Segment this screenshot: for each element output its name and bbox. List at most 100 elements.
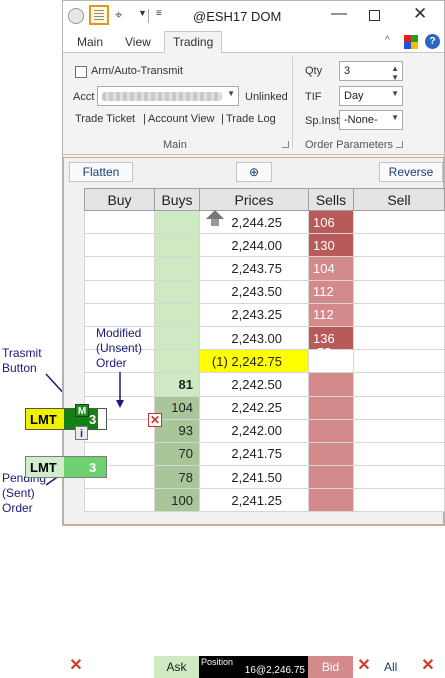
minimize-icon[interactable]: — [331, 5, 347, 23]
sells-cell [308, 488, 354, 513]
sells-cell: 104 [308, 256, 354, 281]
tab-trading[interactable]: Trading [164, 31, 223, 54]
trade-ticket-link[interactable]: Trade Ticket [75, 113, 135, 125]
book-icon[interactable] [89, 5, 109, 25]
buys-cell [154, 349, 200, 374]
group-title-order: Order Parameters [305, 139, 394, 151]
trade-log-link[interactable]: Trade Log [226, 113, 276, 125]
tab-view[interactable]: View [125, 35, 151, 49]
app-icon[interactable] [68, 8, 84, 24]
buy-cell[interactable] [84, 233, 155, 258]
flatten-button[interactable]: Flatten [69, 162, 133, 182]
pin-icon[interactable]: ⌖ [115, 7, 122, 23]
cancel-all-icon[interactable]: ✕ [420, 656, 436, 678]
maximize-icon[interactable] [369, 10, 380, 21]
arm-checkbox[interactable] [75, 66, 87, 78]
ladder-row: 70 2,241.75 [84, 441, 445, 467]
color-grid-icon[interactable] [404, 35, 418, 49]
ladder-row: 2,244.00 130 [84, 233, 445, 258]
buys-cell [154, 256, 200, 281]
ask-button[interactable]: Ask [154, 656, 199, 678]
header-sells: Sells [308, 188, 354, 211]
close-icon[interactable]: ✕ [413, 4, 427, 24]
ladder-row: 2,243.50 112 [84, 279, 445, 304]
price-cell[interactable]: 2,241.50 [199, 465, 309, 490]
help-icon[interactable]: ? [425, 34, 440, 49]
sell-cell[interactable] [353, 418, 445, 443]
current-price-cell[interactable]: (1) 2,242.75 [199, 349, 309, 374]
ladder-row: 93 2,242.00 [84, 418, 445, 443]
price-cell[interactable]: 2,243.75 [199, 256, 309, 281]
sell-cell[interactable] [353, 441, 445, 467]
header-buys: Buys [154, 188, 200, 211]
account-view-link[interactable]: Account View [148, 113, 214, 125]
sells-cell [308, 395, 354, 420]
sell-cell[interactable] [353, 488, 445, 513]
price-cell[interactable]: 2,241.75 [199, 441, 309, 467]
spin-icon[interactable]: ▲ ▼ [391, 64, 399, 82]
title-bar: ⌖ ▼ ≡ @ESH17 DOM — ✕ [63, 1, 444, 31]
reverse-button[interactable]: Reverse [379, 162, 443, 182]
sell-cell[interactable] [353, 279, 445, 304]
buy-cell[interactable] [84, 209, 155, 235]
modified-order-qty: 3 [89, 412, 97, 427]
sells-cell [308, 418, 354, 443]
bid-button[interactable]: Bid [308, 656, 353, 678]
price-cell[interactable]: 2,242.00 [199, 418, 309, 443]
collapse-ribbon-icon[interactable]: ^ [385, 35, 390, 46]
tab-main[interactable]: Main [77, 35, 103, 49]
cancel-sells-icon[interactable]: ✕ [356, 656, 372, 678]
ladder-row: 2,243.75 104 [84, 256, 445, 281]
sell-cell[interactable] [353, 349, 445, 374]
qty-label: Qty [305, 65, 323, 77]
buys-cell: 78 [154, 465, 200, 490]
sell-cell[interactable] [353, 465, 445, 490]
sell-cell[interactable] [353, 256, 445, 281]
cancel-buys-icon[interactable]: ✕ [68, 656, 84, 678]
sell-cell[interactable] [353, 372, 445, 397]
price-cell[interactable]: 2,244.00 [199, 233, 309, 258]
transmit-button[interactable]: M [75, 404, 89, 417]
price-cell[interactable]: 2,241.25 [199, 488, 309, 513]
ladder-row: 81 2,242.50 [84, 372, 445, 397]
customize-icon[interactable]: ≡ [156, 8, 162, 19]
cancel-all-button[interactable]: All [384, 656, 408, 678]
price-cell[interactable]: 2,243.00 [199, 325, 309, 351]
dom-window: ⌖ ▼ ≡ @ESH17 DOM — ✕ Main View Trading ^… [62, 0, 445, 678]
price-cell[interactable]: 2,243.50 [199, 279, 309, 304]
buys-cell [154, 209, 200, 235]
buy-cell[interactable] [84, 279, 155, 304]
group-launcher-icon[interactable] [396, 141, 403, 148]
scroll-up-icon[interactable] [206, 210, 224, 226]
arm-label: Arm/Auto-Transmit [91, 65, 183, 77]
window-title: @ESH17 DOM [193, 9, 282, 24]
sell-cell[interactable] [353, 233, 445, 258]
qty-stepper[interactable]: 3 ▲ ▼ [339, 61, 403, 82]
group-launcher-icon[interactable] [282, 141, 289, 148]
price-cell[interactable]: 2,242.25 [199, 395, 309, 420]
sell-cell[interactable] [353, 325, 445, 351]
chevron-down-icon[interactable]: ▼ [138, 8, 147, 18]
price-cell[interactable]: 2,243.25 [199, 302, 309, 327]
spinst-select[interactable]: -None- ▼ [339, 110, 403, 130]
acct-select[interactable]: ▼ [97, 86, 239, 106]
cancel-order-icon[interactable]: ✕ [148, 413, 162, 427]
sell-cell[interactable] [353, 209, 445, 235]
modified-order[interactable]: LMT 3 [25, 408, 107, 430]
buy-cell[interactable] [84, 302, 155, 327]
ladder-row: 104 2,242.25 [84, 395, 445, 420]
link-separator: | [143, 113, 146, 125]
buy-cell[interactable] [84, 372, 155, 397]
buy-cell[interactable] [84, 488, 155, 513]
tif-select[interactable]: Day ▼ [339, 86, 403, 106]
info-button[interactable]: i [75, 426, 88, 440]
pending-order-qty: 3 [89, 460, 97, 475]
price-cell[interactable]: 2,242.50 [199, 372, 309, 397]
buy-cell[interactable] [84, 256, 155, 281]
center-button[interactable]: ⊕ [236, 162, 272, 182]
sells-cell: 106 [308, 209, 354, 235]
sell-cell[interactable] [353, 395, 445, 420]
pending-order[interactable]: LMT 3 [25, 456, 107, 478]
sell-cell[interactable] [353, 302, 445, 327]
toolbar-separator [148, 9, 149, 23]
